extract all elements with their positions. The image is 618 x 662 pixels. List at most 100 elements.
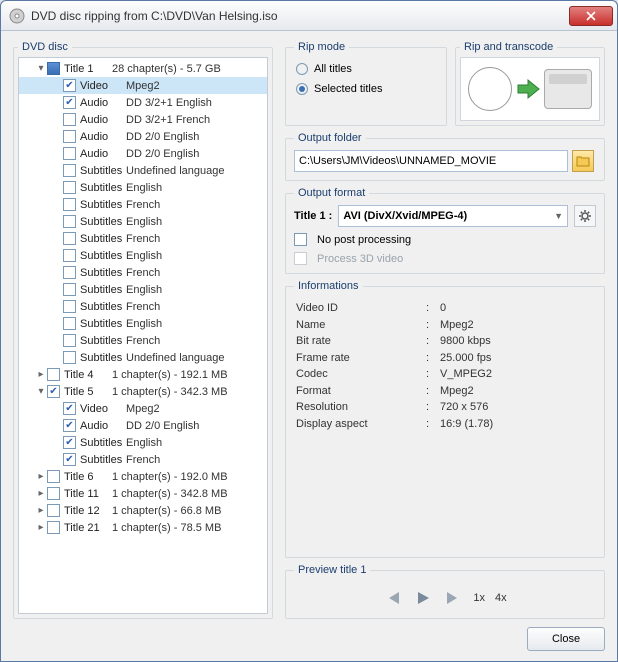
tree-row[interactable]: ▸Title 211 chapter(s) - 78.5 MB (19, 519, 267, 536)
checkbox-icon[interactable] (63, 96, 76, 109)
tree-item-desc: DD 2/0 English (126, 148, 199, 160)
checkbox-icon[interactable] (63, 300, 76, 313)
titlebar: DVD disc ripping from C:\DVD\Van Helsing… (1, 1, 617, 31)
tree-row[interactable]: VideoMpeg2 (19, 77, 267, 94)
checkbox-icon[interactable] (47, 504, 60, 517)
checkbox-icon[interactable] (63, 164, 76, 177)
info-value: Mpeg2 (440, 383, 474, 400)
tree-row[interactable]: ▾Title 51 chapter(s) - 342.3 MB (19, 383, 267, 400)
preview-rate-4x[interactable]: 4x (495, 592, 507, 604)
checkbox-icon[interactable] (63, 334, 76, 347)
tree-row[interactable]: SubtitlesUndefined language (19, 162, 267, 179)
tree-row[interactable]: SubtitlesUndefined language (19, 349, 267, 366)
checkbox-icon[interactable] (63, 419, 76, 432)
checkbox-icon[interactable] (63, 283, 76, 296)
tree-row[interactable]: VideoMpeg2 (19, 400, 267, 417)
tree-row[interactable]: ▸Title 41 chapter(s) - 192.1 MB (19, 366, 267, 383)
checkbox-icon[interactable] (63, 130, 76, 143)
right-panel: Rip mode All titles Selected titles Rip … (285, 41, 605, 619)
tree-row[interactable]: SubtitlesEnglish (19, 247, 267, 264)
checkbox-icon[interactable] (47, 521, 60, 534)
checkbox-icon[interactable] (47, 385, 60, 398)
tree-row[interactable]: SubtitlesFrench (19, 332, 267, 349)
tree-row[interactable]: SubtitlesEnglish (19, 213, 267, 230)
checkbox-icon[interactable] (63, 113, 76, 126)
checkbox-icon[interactable] (63, 249, 76, 262)
disc-tree[interactable]: ▾Title 128 chapter(s) - 5.7 GBVideoMpeg2… (18, 57, 268, 614)
checkbox-icon[interactable] (63, 453, 76, 466)
tree-row[interactable]: ▸Title 111 chapter(s) - 342.8 MB (19, 485, 267, 502)
tree-item-desc: French (126, 454, 160, 466)
checkbox-icon[interactable] (63, 266, 76, 279)
checkbox-icon[interactable] (63, 232, 76, 245)
tree-item-label: Audio (80, 420, 126, 432)
output-format-legend: Output format (294, 187, 369, 199)
tree-row[interactable]: ▾Title 128 chapter(s) - 5.7 GB (19, 60, 267, 77)
preview-group: Preview title 1 1x 4x (285, 564, 605, 619)
radio-selected-titles[interactable]: Selected titles (296, 83, 438, 95)
checkbox-icon[interactable] (63, 79, 76, 92)
preview-next-button[interactable] (443, 588, 463, 608)
preview-rate-1x[interactable]: 1x (473, 592, 485, 604)
process-3d-label: Process 3D video (317, 253, 403, 265)
preview-prev-button[interactable] (383, 588, 403, 608)
tree-row[interactable]: SubtitlesFrench (19, 230, 267, 247)
tree-item-desc: English (126, 216, 162, 228)
checkbox-icon[interactable] (47, 487, 60, 500)
expand-open-icon[interactable]: ▾ (35, 386, 47, 397)
expand-closed-icon[interactable]: ▸ (35, 522, 47, 533)
checkbox-icon[interactable] (63, 402, 76, 415)
format-select[interactable]: AVI (DivX/Xvid/MPEG-4) ▼ (338, 205, 568, 227)
tree-row[interactable]: SubtitlesFrench (19, 196, 267, 213)
transcode-button[interactable] (460, 57, 600, 121)
window-close-button[interactable] (569, 6, 613, 26)
tree-row[interactable]: SubtitlesEnglish (19, 179, 267, 196)
checkbox-icon[interactable] (63, 198, 76, 211)
tree-item-label: Subtitles (80, 165, 126, 177)
tree-row[interactable]: SubtitlesFrench (19, 264, 267, 281)
tree-row[interactable]: AudioDD 3/2+1 French (19, 111, 267, 128)
tree-row[interactable]: SubtitlesFrench (19, 298, 267, 315)
checkbox-icon[interactable] (63, 351, 76, 364)
expand-open-icon[interactable]: ▾ (35, 63, 47, 74)
info-colon: : (426, 383, 440, 400)
format-settings-button[interactable] (574, 205, 596, 227)
tree-row[interactable]: AudioDD 2/0 English (19, 145, 267, 162)
expand-closed-icon[interactable]: ▸ (35, 471, 47, 482)
tree-legend: DVD disc (18, 41, 72, 53)
arrow-right-icon (514, 75, 542, 103)
tree-row[interactable]: AudioDD 2/0 English (19, 417, 267, 434)
tree-item-desc: DD 2/0 English (126, 131, 199, 143)
no-post-processing-option[interactable]: No post processing (294, 233, 596, 246)
tree-row[interactable]: SubtitlesEnglish (19, 434, 267, 451)
expand-closed-icon[interactable]: ▸ (35, 369, 47, 380)
tree-item-desc: English (126, 284, 162, 296)
checkbox-icon[interactable] (47, 470, 60, 483)
info-colon: : (426, 300, 440, 317)
tree-row[interactable]: ▸Title 61 chapter(s) - 192.0 MB (19, 468, 267, 485)
expand-closed-icon[interactable]: ▸ (35, 505, 47, 516)
checkbox-icon[interactable] (63, 436, 76, 449)
close-button[interactable]: Close (527, 627, 605, 651)
checkbox-icon[interactable] (63, 317, 76, 330)
tree-row[interactable]: SubtitlesFrench (19, 451, 267, 468)
expand-closed-icon[interactable]: ▸ (35, 488, 47, 499)
output-folder-legend: Output folder (294, 132, 366, 144)
radio-all-titles[interactable]: All titles (296, 63, 438, 75)
tree-row[interactable]: SubtitlesEnglish (19, 315, 267, 332)
checkbox-icon[interactable] (47, 368, 60, 381)
checkbox-icon[interactable] (63, 147, 76, 160)
tree-row[interactable]: SubtitlesEnglish (19, 281, 267, 298)
tree-row[interactable]: ▸Title 121 chapter(s) - 66.8 MB (19, 502, 267, 519)
output-folder-input[interactable] (294, 150, 568, 172)
tree-item-label: Subtitles (80, 182, 126, 194)
info-colon: : (426, 366, 440, 383)
checkbox-icon[interactable] (47, 62, 60, 75)
checkbox-icon[interactable] (63, 181, 76, 194)
checkbox-icon[interactable] (63, 215, 76, 228)
tree-row[interactable]: AudioDD 2/0 English (19, 128, 267, 145)
tree-row[interactable]: AudioDD 3/2+1 English (19, 94, 267, 111)
preview-play-button[interactable] (413, 588, 433, 608)
browse-folder-button[interactable] (572, 150, 594, 172)
tree-item-desc: Mpeg2 (126, 403, 160, 415)
